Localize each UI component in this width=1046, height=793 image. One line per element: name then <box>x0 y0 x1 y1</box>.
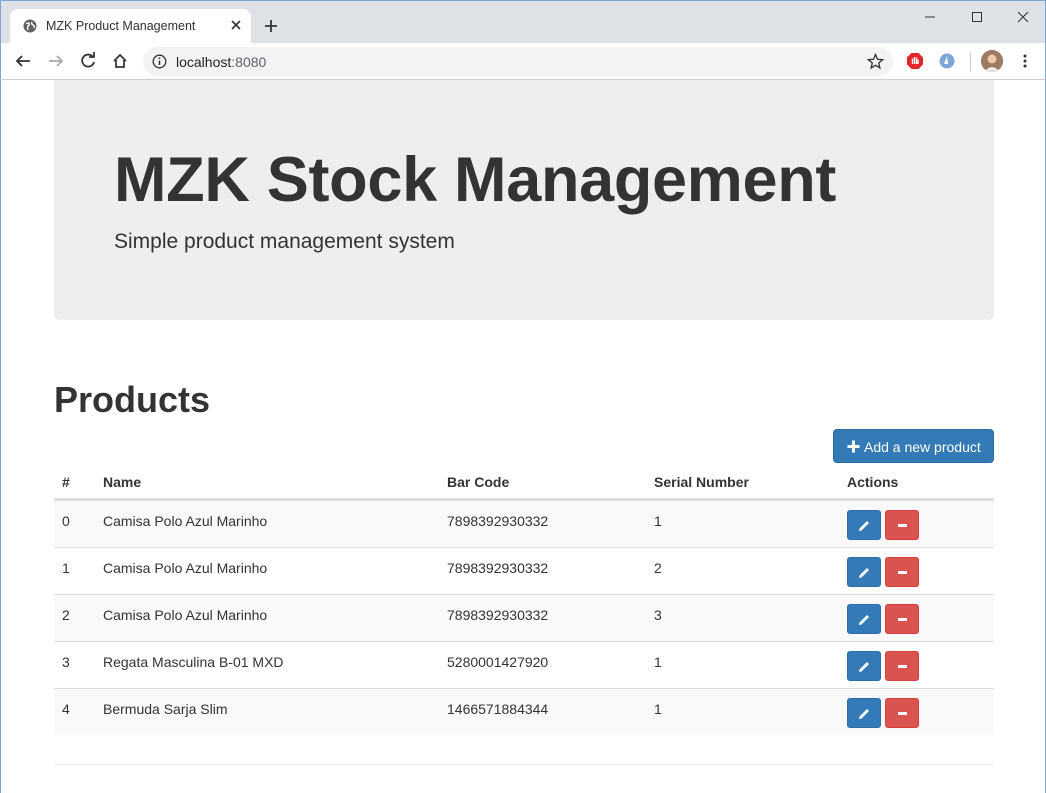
minus-icon <box>898 618 907 621</box>
row-barcode: 7898392930332 <box>447 607 549 623</box>
edit-button[interactable] <box>847 604 881 634</box>
table-header: # Name Bar Code Serial Number Actions <box>54 466 994 500</box>
browser-titlebar: MZK Product Management <box>0 0 1046 44</box>
add-product-button[interactable]: Add a new product <box>833 429 994 463</box>
row-serial: 1 <box>654 654 662 670</box>
pencil-icon <box>859 615 869 625</box>
page-viewport: MZK Stock Management Simple product mana… <box>0 80 1046 793</box>
table-row: 0 Camisa Polo Azul Marinho 7898392930332… <box>54 500 994 547</box>
jumbotron-subtitle: Simple product management system <box>114 230 455 253</box>
maximize-icon[interactable] <box>970 10 984 24</box>
delete-button[interactable] <box>885 604 919 634</box>
row-barcode: 5280001427920 <box>447 654 549 670</box>
row-barcode: 7898392930332 <box>447 513 549 529</box>
new-tab-icon[interactable] <box>263 18 279 34</box>
products-table: # Name Bar Code Serial Number Actions 0 … <box>54 466 994 735</box>
row-index: 0 <box>62 513 70 529</box>
minus-icon <box>898 665 907 668</box>
pencil-icon <box>859 568 869 578</box>
minimize-icon[interactable] <box>923 10 937 24</box>
minus-icon <box>898 571 907 574</box>
edit-button[interactable] <box>847 651 881 681</box>
row-name: Bermuda Sarja Slim <box>103 701 228 717</box>
table-row: 2 Camisa Polo Azul Marinho 7898392930332… <box>54 594 994 641</box>
edit-button[interactable] <box>847 557 881 587</box>
edit-button[interactable] <box>847 698 881 728</box>
delete-button[interactable] <box>885 557 919 587</box>
column-header-index: # <box>62 474 70 490</box>
browser-tab[interactable]: MZK Product Management <box>10 9 251 44</box>
row-barcode: 1466571884344 <box>447 701 549 717</box>
plus-icon <box>847 440 860 453</box>
row-name: Regata Masculina B-01 MXD <box>103 654 284 670</box>
products-heading: Products <box>54 379 211 420</box>
jumbotron: MZK Stock Management Simple product mana… <box>54 80 994 320</box>
jumbotron-title: MZK Stock Management <box>114 145 837 215</box>
delete-button[interactable] <box>885 651 919 681</box>
row-serial: 3 <box>654 607 662 623</box>
column-header-actions: Actions <box>847 474 899 490</box>
row-serial: 1 <box>654 701 662 717</box>
info-icon[interactable] <box>152 54 167 69</box>
pencil-icon <box>859 662 869 672</box>
avatar-icon <box>981 50 1003 72</box>
url-port: :8080 <box>231 54 267 70</box>
home-icon[interactable] <box>111 52 129 70</box>
row-barcode: 7898392930332 <box>447 560 549 576</box>
footer-divider <box>54 764 994 765</box>
adblock-extension-icon[interactable] <box>906 52 924 70</box>
pencil-icon <box>859 709 869 719</box>
menu-kebab-icon[interactable] <box>1016 52 1034 70</box>
pencil-icon <box>859 521 869 531</box>
add-product-label: Add a new product <box>864 439 981 455</box>
row-index: 1 <box>62 560 70 576</box>
row-name: Camisa Polo Azul Marinho <box>103 607 268 623</box>
forward-arrow-icon[interactable] <box>47 52 65 70</box>
table-row: 3 Regata Masculina B-01 MXD 528000142792… <box>54 641 994 688</box>
row-index: 4 <box>62 701 70 717</box>
browser-toolbar: localhost:8080 <box>0 43 1046 80</box>
window-close-icon[interactable] <box>1016 10 1030 24</box>
row-index: 3 <box>62 654 70 670</box>
address-bar[interactable]: localhost:8080 <box>143 47 893 76</box>
minus-icon <box>898 524 907 527</box>
column-header-name: Name <box>103 474 142 490</box>
delete-button[interactable] <box>885 510 919 540</box>
row-serial: 1 <box>654 513 662 529</box>
column-header-serial: Serial Number <box>654 474 749 490</box>
column-header-barcode: Bar Code <box>447 474 510 490</box>
reload-icon[interactable] <box>79 52 97 70</box>
row-serial: 2 <box>654 560 662 576</box>
edit-button[interactable] <box>847 510 881 540</box>
url-host: localhost <box>176 54 232 70</box>
toolbar-divider <box>970 53 971 71</box>
globe-icon <box>23 19 37 33</box>
tab-title: MZK Product Management <box>46 19 196 33</box>
extension-icon[interactable] <box>938 52 956 70</box>
bookmark-star-icon[interactable] <box>867 53 884 70</box>
table-row: 4 Bermuda Sarja Slim 1466571884344 1 <box>54 688 994 735</box>
row-index: 2 <box>62 607 70 623</box>
url-text[interactable]: localhost:8080 <box>176 54 266 70</box>
close-tab-icon[interactable] <box>229 18 243 32</box>
delete-button[interactable] <box>885 698 919 728</box>
profile-avatar[interactable] <box>981 50 1003 72</box>
table-row: 1 Camisa Polo Azul Marinho 7898392930332… <box>54 547 994 594</box>
row-name: Camisa Polo Azul Marinho <box>103 560 268 576</box>
row-name: Camisa Polo Azul Marinho <box>103 513 268 529</box>
minus-icon <box>898 712 907 715</box>
back-arrow-icon[interactable] <box>14 52 32 70</box>
